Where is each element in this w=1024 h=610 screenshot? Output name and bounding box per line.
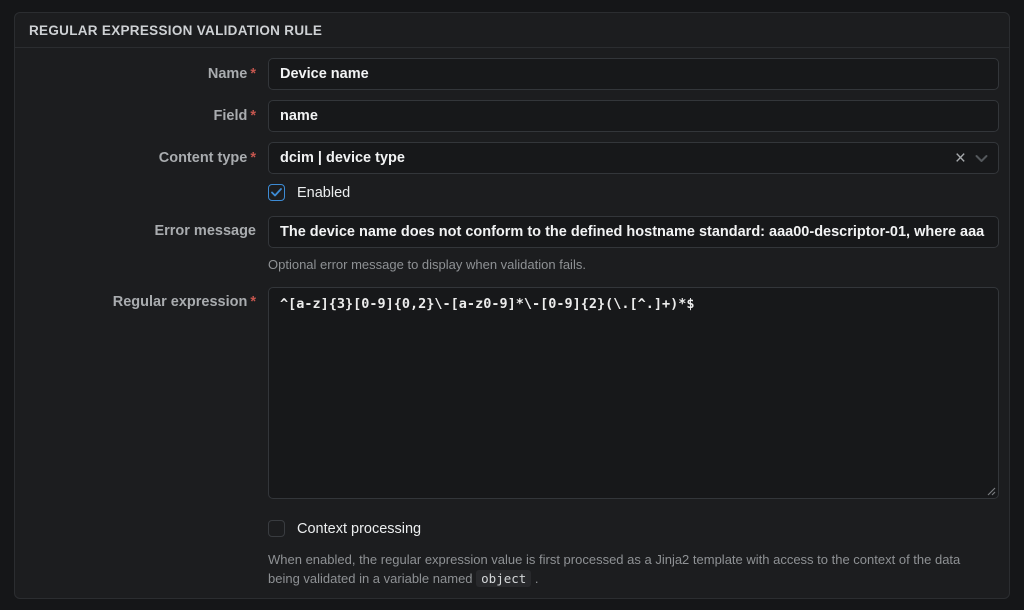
- regular-expression-row: Regular expression* ^[a-z]{3}[0-9]{0,2}\…: [15, 287, 999, 499]
- field-row: Field*: [15, 100, 999, 132]
- error-message-input[interactable]: [268, 216, 999, 248]
- required-asterisk: *: [250, 66, 256, 82]
- panel-title: REGULAR EXPRESSION VALIDATION RULE: [29, 23, 322, 38]
- content-type-label: Content type*: [15, 150, 268, 166]
- error-message-label: Error message: [15, 216, 268, 274]
- enabled-checkbox-label[interactable]: Enabled: [297, 185, 350, 201]
- regular-expression-textarea[interactable]: ^[a-z]{3}[0-9]{0,2}\-[a-z0-9]*\-[0-9]{2}…: [268, 287, 999, 499]
- resize-grip-icon[interactable]: [986, 486, 996, 496]
- error-message-help: Optional error message to display when v…: [268, 255, 999, 274]
- content-type-row: Content type* dcim | device type ×: [15, 142, 999, 174]
- enabled-checkbox[interactable]: [268, 184, 285, 201]
- content-type-selected-value: dcim | device type: [280, 150, 955, 166]
- field-label: Field*: [15, 108, 268, 124]
- error-message-row: Error message Optional error message to …: [15, 216, 999, 274]
- context-processing-checkbox-label[interactable]: Context processing: [297, 521, 421, 537]
- panel-body: Name* Field* Content type* dcim | device…: [15, 48, 1009, 588]
- required-asterisk: *: [250, 108, 256, 124]
- panel-header: REGULAR EXPRESSION VALIDATION RULE: [15, 13, 1009, 48]
- context-processing-help: When enabled, the regular expression val…: [268, 550, 968, 588]
- clear-icon[interactable]: ×: [955, 149, 966, 168]
- name-label: Name*: [15, 66, 268, 82]
- regular-expression-label: Regular expression*: [15, 287, 268, 499]
- context-processing-checkbox[interactable]: [268, 520, 285, 537]
- enabled-row: Enabled: [15, 184, 999, 201]
- context-processing-row: Context processing When enabled, the reg…: [15, 520, 999, 588]
- name-row: Name*: [15, 58, 999, 90]
- required-asterisk: *: [250, 294, 256, 310]
- required-asterisk: *: [250, 150, 256, 166]
- name-input[interactable]: [268, 58, 999, 90]
- field-input[interactable]: [268, 100, 999, 132]
- inline-code-object: object: [476, 570, 531, 587]
- regex-validation-rule-panel: REGULAR EXPRESSION VALIDATION RULE Name*…: [14, 12, 1010, 599]
- check-icon: [271, 188, 282, 197]
- chevron-down-icon[interactable]: [975, 154, 988, 163]
- content-type-select[interactable]: dcim | device type ×: [268, 142, 999, 174]
